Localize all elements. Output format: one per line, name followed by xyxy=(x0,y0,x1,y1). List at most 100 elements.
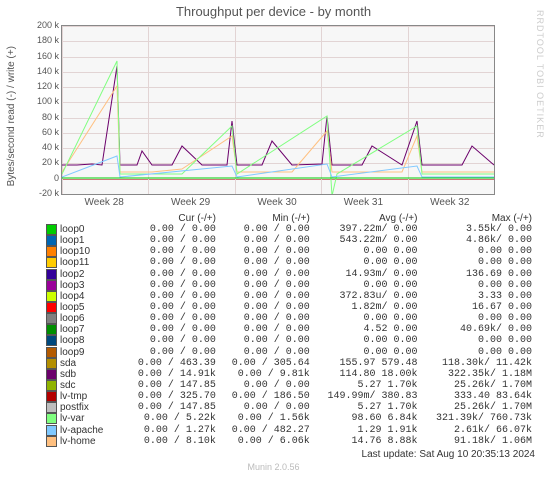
legend-avg: 5.27 1.70k xyxy=(312,402,420,413)
x-tick: Week 28 xyxy=(85,197,124,208)
legend-swatch xyxy=(46,335,57,346)
legend-swatch xyxy=(46,224,57,235)
legend-avg: 0.00 0.00 xyxy=(312,335,420,346)
y-tick: 100 k xyxy=(25,96,59,106)
legend-swatch xyxy=(46,358,57,369)
legend-name: loop5 xyxy=(44,302,124,313)
legend-min: 0.00 / 0.00 xyxy=(218,324,312,335)
legend-min: 0.00 / 0.00 xyxy=(218,269,312,280)
legend-min: 0.00 / 0.00 xyxy=(218,302,312,313)
legend-avg: 543.22m/ 0.00 xyxy=(312,235,420,246)
legend-cur: 0.00 / 325.70 xyxy=(124,391,218,402)
chart-wrap: Bytes/second read (-) / write (+) -20 k0… xyxy=(0,21,547,211)
legend-min: 0.00 / 6.06k xyxy=(218,436,312,447)
legend-name: loop4 xyxy=(44,291,124,302)
legend-max: 118.30k/ 11.42k xyxy=(419,358,534,369)
legend-row: lv-home0.00 / 8.10k0.00 / 6.06k14.76 8.8… xyxy=(44,436,534,447)
legend-name: lv-var xyxy=(44,413,124,424)
legend-cur: 0.00 / 0.00 xyxy=(124,224,218,235)
legend-name: loop1 xyxy=(44,235,124,246)
legend-row: sdb0.00 / 14.91k0.00 / 9.81k114.80 18.00… xyxy=(44,369,534,380)
legend-name: loop2 xyxy=(44,269,124,280)
x-tick: Week 29 xyxy=(171,197,210,208)
legend-name: lv-tmp xyxy=(44,391,124,402)
y-tick: 40 k xyxy=(25,142,59,152)
legend-max: 321.39k/ 760.73k xyxy=(419,413,534,424)
y-tick: 120 k xyxy=(25,81,59,91)
legend-max: 136.69 0.00 xyxy=(419,269,534,280)
legend-swatch xyxy=(46,425,57,436)
legend-avg: 114.80 18.00k xyxy=(312,369,420,380)
legend-row: loop90.00 / 0.000.00 / 0.000.00 0.000.00… xyxy=(44,347,534,358)
legend-name: loop11 xyxy=(44,257,124,268)
legend-min: 0.00 / 305.64 xyxy=(218,358,312,369)
legend-min: 0.00 / 0.00 xyxy=(218,280,312,291)
legend-row: loop60.00 / 0.000.00 / 0.000.00 0.000.00… xyxy=(44,313,534,324)
y-tick: -20 k xyxy=(25,188,59,198)
chart-container: RRDTOOL TOBI OETIKER Throughput per devi… xyxy=(0,0,547,503)
legend-swatch xyxy=(46,436,57,447)
legend-cur: 0.00 / 1.27k xyxy=(124,425,218,436)
legend-swatch xyxy=(46,246,57,257)
legend-row: loop110.00 / 0.000.00 / 0.000.00 0.000.0… xyxy=(44,257,534,268)
legend-name: sda xyxy=(44,358,124,369)
legend-cur: 0.00 / 0.00 xyxy=(124,291,218,302)
legend-swatch xyxy=(46,257,57,268)
legend-min: 0.00 / 9.81k xyxy=(218,369,312,380)
x-tick: Week 30 xyxy=(257,197,296,208)
legend-row: lv-var0.00 / 5.22k0.00 / 1.56k98.60 6.84… xyxy=(44,413,534,424)
legend-name: loop6 xyxy=(44,313,124,324)
watermark: RRDTOOL TOBI OETIKER xyxy=(535,10,545,139)
y-tick: 140 k xyxy=(25,66,59,76)
legend-row: lv-apache0.00 / 1.27k0.00 / 482.271.29 1… xyxy=(44,425,534,436)
legend-avg: 0.00 0.00 xyxy=(312,313,420,324)
legend-max: 40.69k/ 0.00 xyxy=(419,324,534,335)
legend-swatch xyxy=(46,391,57,402)
legend-cur: 0.00 / 463.39 xyxy=(124,358,218,369)
legend-min: 0.00 / 0.00 xyxy=(218,235,312,246)
legend-cur: 0.00 / 147.85 xyxy=(124,380,218,391)
legend-row: postfix0.00 / 147.850.00 / 0.005.27 1.70… xyxy=(44,402,534,413)
legend-avg: 1.29 1.91k xyxy=(312,425,420,436)
legend-swatch xyxy=(46,280,57,291)
legend-swatch xyxy=(46,380,57,391)
legend-max: 333.40 83.64k xyxy=(419,391,534,402)
legend-max: 0.00 0.00 xyxy=(419,313,534,324)
legend-max: 4.86k/ 0.00 xyxy=(419,235,534,246)
legend-min: 0.00 / 1.56k xyxy=(218,413,312,424)
legend-avg: 0.00 0.00 xyxy=(312,246,420,257)
legend-name: loop9 xyxy=(44,347,124,358)
legend-avg: 14.76 8.88k xyxy=(312,436,420,447)
legend-max: 3.33 0.00 xyxy=(419,291,534,302)
legend-cur: 0.00 / 0.00 xyxy=(124,257,218,268)
legend-min: 0.00 / 0.00 xyxy=(218,291,312,302)
legend-min: 0.00 / 0.00 xyxy=(218,313,312,324)
legend-min: 0.00 / 0.00 xyxy=(218,347,312,358)
legend-max: 0.00 0.00 xyxy=(419,335,534,346)
header-cur: Cur (-/+) xyxy=(124,213,218,224)
legend-row: loop70.00 / 0.000.00 / 0.004.52 0.0040.6… xyxy=(44,324,534,335)
legend-swatch xyxy=(46,402,57,413)
legend-cur: 0.00 / 0.00 xyxy=(124,269,218,280)
legend-row: loop80.00 / 0.000.00 / 0.000.00 0.000.00… xyxy=(44,335,534,346)
header-avg: Avg (-/+) xyxy=(312,213,420,224)
legend-name: loop10 xyxy=(44,246,124,257)
legend-name: loop7 xyxy=(44,324,124,335)
legend-cur: 0.00 / 0.00 xyxy=(124,335,218,346)
legend-row: loop00.00 / 0.000.00 / 0.00397.22m/ 0.00… xyxy=(44,224,534,235)
legend-min: 0.00 / 0.00 xyxy=(218,380,312,391)
legend-swatch xyxy=(46,235,57,246)
legend-swatch xyxy=(46,291,57,302)
legend-max: 2.61k/ 66.07k xyxy=(419,425,534,436)
legend-max: 25.26k/ 1.70M xyxy=(419,402,534,413)
legend-min: 0.00 / 0.00 xyxy=(218,224,312,235)
y-axis-label: Bytes/second read (-) / write (+) xyxy=(4,46,19,186)
legend-cur: 0.00 / 8.10k xyxy=(124,436,218,447)
legend-name: lv-home xyxy=(44,436,124,447)
chart-area: -20 k020 k40 k60 k80 k100 k120 k140 k160… xyxy=(23,21,503,211)
legend-max: 0.00 0.00 xyxy=(419,347,534,358)
legend-max: 3.55k/ 0.00 xyxy=(419,224,534,235)
legend-cur: 0.00 / 0.00 xyxy=(124,280,218,291)
legend-min: 0.00 / 482.27 xyxy=(218,425,312,436)
legend-cur: 0.00 / 0.00 xyxy=(124,313,218,324)
